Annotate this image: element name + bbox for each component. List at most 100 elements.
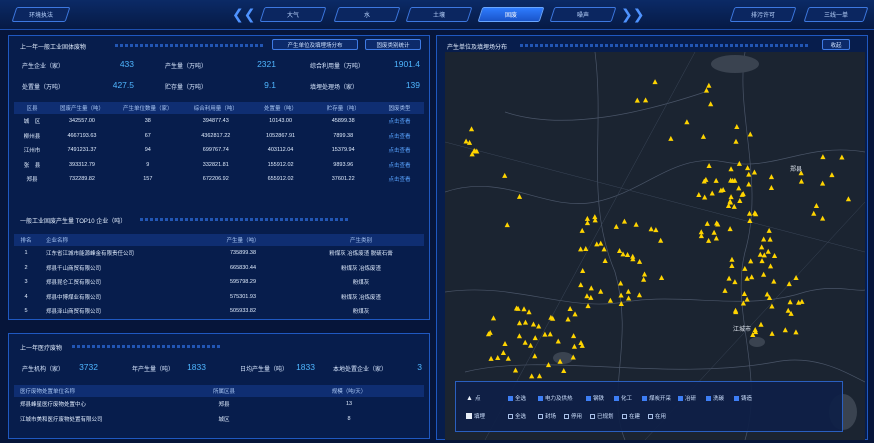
site-marker-icon[interactable]	[728, 166, 734, 172]
site-marker-icon[interactable]	[726, 275, 732, 281]
site-marker-icon[interactable]	[547, 331, 553, 337]
site-marker-icon[interactable]	[708, 101, 714, 107]
site-marker-icon[interactable]	[729, 256, 735, 262]
site-marker-icon[interactable]	[732, 307, 739, 313]
site-marker-icon[interactable]	[702, 194, 708, 200]
filter-all-sites[interactable]: 全选	[508, 394, 526, 402]
site-marker-icon[interactable]	[700, 133, 707, 139]
site-marker-icon[interactable]	[500, 350, 506, 356]
site-marker-icon[interactable]	[771, 252, 778, 258]
site-marker-icon[interactable]	[713, 235, 719, 241]
site-marker-icon[interactable]	[652, 79, 658, 85]
view-details-link[interactable]: 点击查看	[375, 143, 424, 158]
filter-chemical[interactable]: 化工	[614, 394, 632, 402]
site-marker-icon[interactable]	[598, 240, 604, 246]
site-marker-icon[interactable]	[746, 181, 752, 187]
tab-noise[interactable]: 噪声	[549, 7, 617, 22]
three-lines-button[interactable]: 三线一单	[803, 7, 869, 22]
pollution-permit-button[interactable]: 排污许可	[729, 7, 797, 22]
site-marker-icon[interactable]	[536, 373, 543, 379]
site-marker-icon[interactable]	[742, 265, 748, 271]
site-marker-icon[interactable]	[504, 222, 510, 228]
site-marker-icon[interactable]	[749, 274, 755, 280]
site-marker-icon[interactable]	[734, 124, 740, 130]
tab-air[interactable]: 大气	[259, 7, 327, 22]
env-enforcement-button[interactable]: 环境执法	[11, 7, 71, 22]
site-marker-icon[interactable]	[516, 333, 523, 339]
site-marker-icon[interactable]	[752, 327, 758, 333]
filter-casting[interactable]: 铸造	[734, 394, 752, 402]
site-marker-icon[interactable]	[731, 203, 737, 209]
site-marker-icon[interactable]	[744, 296, 750, 302]
site-marker-icon[interactable]	[530, 321, 537, 327]
site-marker-icon[interactable]	[633, 221, 639, 227]
site-marker-icon[interactable]	[601, 246, 607, 252]
site-marker-icon[interactable]	[737, 197, 743, 203]
site-marker-icon[interactable]	[684, 119, 690, 125]
site-marker-icon[interactable]	[793, 329, 799, 335]
site-marker-icon[interactable]	[746, 171, 752, 177]
site-marker-icon[interactable]	[598, 288, 604, 294]
site-marker-icon[interactable]	[522, 319, 529, 325]
site-marker-icon[interactable]	[793, 275, 799, 281]
site-marker-icon[interactable]	[636, 292, 643, 298]
site-marker-icon[interactable]	[703, 87, 710, 93]
site-marker-icon[interactable]	[516, 193, 523, 199]
site-marker-icon[interactable]	[711, 229, 717, 235]
site-marker-icon[interactable]	[769, 330, 775, 336]
site-marker-icon[interactable]	[616, 247, 623, 253]
site-marker-icon[interactable]	[706, 163, 712, 169]
site-marker-icon[interactable]	[696, 191, 702, 197]
site-marker-icon[interactable]	[829, 172, 835, 178]
site-marker-icon[interactable]	[502, 340, 508, 346]
site-marker-icon[interactable]	[761, 271, 767, 277]
site-marker-icon[interactable]	[578, 340, 584, 346]
site-marker-icon[interactable]	[463, 138, 469, 144]
site-marker-icon[interactable]	[704, 220, 710, 226]
site-marker-icon[interactable]	[741, 290, 748, 296]
site-marker-icon[interactable]	[618, 280, 624, 286]
filter-all-landfills[interactable]: 全选	[508, 412, 526, 420]
site-marker-icon[interactable]	[572, 311, 578, 317]
site-marker-icon[interactable]	[768, 174, 775, 180]
site-marker-icon[interactable]	[634, 97, 640, 103]
site-marker-icon[interactable]	[555, 338, 561, 344]
site-marker-icon[interactable]	[668, 135, 674, 141]
filter-steel[interactable]: 钢铁	[586, 394, 604, 402]
site-marker-icon[interactable]	[727, 198, 733, 204]
tab-water[interactable]: 水	[333, 7, 401, 22]
site-marker-icon[interactable]	[488, 355, 494, 361]
site-marker-icon[interactable]	[761, 236, 767, 242]
site-marker-icon[interactable]	[845, 196, 852, 202]
site-marker-icon[interactable]	[765, 248, 771, 254]
site-marker-icon[interactable]	[579, 227, 585, 233]
site-marker-icon[interactable]	[769, 303, 775, 309]
site-marker-icon[interactable]	[722, 287, 728, 293]
site-marker-icon[interactable]	[839, 154, 845, 160]
filter-under-construction[interactable]: 在建	[622, 412, 640, 420]
site-marker-icon[interactable]	[813, 202, 820, 208]
collapse-button[interactable]: 收起	[822, 39, 850, 50]
site-marker-icon[interactable]	[588, 285, 594, 291]
site-marker-icon[interactable]	[744, 165, 751, 171]
site-marker-icon[interactable]	[521, 306, 527, 312]
site-marker-icon[interactable]	[512, 367, 519, 373]
site-marker-icon[interactable]	[468, 126, 475, 132]
site-marker-icon[interactable]	[613, 223, 619, 229]
site-marker-icon[interactable]	[490, 315, 497, 321]
site-marker-icon[interactable]	[767, 236, 773, 242]
site-marker-icon[interactable]	[532, 353, 538, 359]
site-marker-icon[interactable]	[567, 306, 573, 312]
filter-power-heat[interactable]: 电力及供热	[538, 394, 573, 402]
site-marker-icon[interactable]	[625, 295, 632, 301]
site-marker-icon[interactable]	[811, 210, 817, 216]
site-marker-icon[interactable]	[653, 227, 659, 233]
filter-smelting[interactable]: 冶研	[678, 394, 696, 402]
site-marker-icon[interactable]	[759, 258, 765, 264]
filter-closed[interactable]: 封场	[538, 412, 556, 420]
site-marker-icon[interactable]	[757, 251, 763, 257]
site-marker-icon[interactable]	[714, 220, 720, 226]
site-marker-icon[interactable]	[748, 258, 754, 264]
site-marker-icon[interactable]	[592, 214, 598, 220]
site-marker-icon[interactable]	[624, 251, 631, 257]
